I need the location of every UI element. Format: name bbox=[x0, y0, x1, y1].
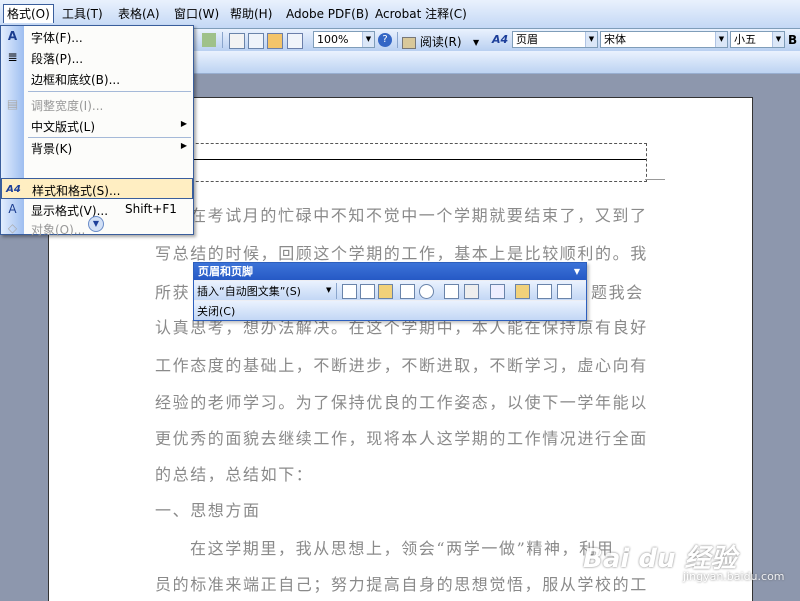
chevron-down-icon: ▼ bbox=[772, 32, 784, 47]
toolbar-separator bbox=[397, 32, 398, 48]
paragraph-line: 题我会 bbox=[591, 283, 644, 302]
help-icon[interactable]: ? bbox=[378, 33, 392, 47]
paragraph-line: 写总结的时候，回顾这个学期的工作，基本上是比较顺利的。我 bbox=[155, 244, 648, 263]
toolbar-titlebar[interactable]: 页眉和页脚 ▼ bbox=[194, 263, 586, 280]
menu-item-fit-text: ▤ 调整宽度(I)... bbox=[1, 94, 193, 115]
toolbar-options-chevron-icon[interactable]: ▼ bbox=[473, 38, 479, 47]
columns-icon[interactable] bbox=[229, 33, 245, 49]
show-hide-document-text-icon[interactable] bbox=[464, 284, 479, 299]
document-map-icon[interactable] bbox=[267, 33, 283, 49]
menu-help[interactable]: 帮助(H) bbox=[227, 5, 275, 23]
chevron-down-icon[interactable]: ▼ bbox=[326, 286, 331, 294]
insert-autotext-button[interactable]: 插入“自动图文集”(S) bbox=[197, 283, 301, 299]
header-margin-mark bbox=[645, 179, 665, 180]
menu-tools[interactable]: 工具(T) bbox=[59, 5, 106, 23]
insert-page-number-icon[interactable] bbox=[342, 284, 357, 299]
chevron-down-icon: ▼ bbox=[715, 32, 727, 47]
object-icon: ◇ bbox=[7, 221, 18, 235]
styles-icon: A4 bbox=[6, 184, 21, 195]
menu-item-label: 背景(K) bbox=[31, 142, 73, 156]
baidu-jingyan-watermark: Bai du 经验 jingyan.baidu.com bbox=[583, 511, 798, 590]
menu-item-label: 字体(F)... bbox=[31, 31, 83, 45]
menu-table[interactable]: 表格(A) bbox=[115, 5, 163, 23]
page-setup-icon[interactable] bbox=[444, 284, 459, 299]
menu-adobe-pdf[interactable]: Adobe PDF(B) bbox=[283, 5, 372, 23]
read-button-label: 阅读(R) bbox=[419, 35, 462, 49]
submenu-arrow-icon: ▶ bbox=[180, 141, 187, 150]
watermark-url: jingyan.baidu.com bbox=[683, 570, 785, 583]
menu-item-styles-formatting[interactable]: A4 样式和格式(S)... bbox=[1, 178, 193, 199]
toolbar-options-chevron-icon[interactable]: ▼ bbox=[574, 263, 580, 280]
menu-separator bbox=[28, 91, 191, 92]
menu-item-label: 调整宽度(I)... bbox=[31, 99, 104, 113]
menu-shortcut: Shift+F1 bbox=[125, 202, 177, 216]
menu-format[interactable]: 格式(O) bbox=[3, 4, 54, 23]
section-heading: 一、思想方面 bbox=[155, 501, 261, 520]
paragraph-line: 工作态度的基础上，不断进步，不断进取，不断学习，虚心向有 bbox=[155, 356, 648, 375]
menu-acrobat-comments[interactable]: Acrobat 注释(C) bbox=[372, 5, 470, 23]
paragraph-line: 的总结，总结如下： bbox=[155, 465, 314, 484]
style-select[interactable]: 页眉 ▼ bbox=[512, 31, 598, 48]
header-footer-toolbar: 页眉和页脚 ▼ 插入“自动图文集”(S) ▼ 关闭(C) bbox=[193, 262, 587, 321]
font-size-select[interactable]: 小五 ▼ bbox=[730, 31, 785, 48]
switch-header-footer-icon[interactable] bbox=[515, 284, 530, 299]
read-button[interactable]: 阅读(R) bbox=[402, 33, 462, 49]
menu-window[interactable]: 窗口(W) bbox=[171, 5, 222, 23]
link-to-previous-icon[interactable] bbox=[490, 284, 505, 299]
insert-time-icon[interactable] bbox=[419, 284, 434, 299]
format-page-number-icon[interactable] bbox=[378, 284, 393, 299]
paragraph-line: 员的标准来端正自己；努力提高自身的思想觉悟，服从学校的工 bbox=[155, 575, 648, 594]
style-value: 页眉 bbox=[516, 33, 538, 46]
insert-excel-icon[interactable] bbox=[202, 33, 216, 47]
book-icon bbox=[402, 36, 416, 49]
menu-item-font[interactable]: A 字体(F)... bbox=[1, 26, 193, 47]
menu-item-label: 中文版式(L) bbox=[31, 120, 96, 134]
menu-item-paragraph[interactable]: ≣ 段落(P)... bbox=[1, 47, 193, 68]
paragraph-line: 认真思考，想办法解决。在这个学期中，本人能在保持原有良好 bbox=[155, 318, 648, 337]
menu-item-label: 对象(O)... bbox=[31, 223, 86, 237]
fit-text-icon: ▤ bbox=[6, 97, 19, 111]
toolbar-separator bbox=[336, 283, 337, 299]
font-icon: A bbox=[7, 29, 18, 43]
close-header-footer-button[interactable]: 关闭(C) bbox=[197, 303, 235, 319]
submenu-arrow-icon: ▶ bbox=[180, 119, 187, 128]
toolbar-row-close: 关闭(C) bbox=[194, 301, 586, 320]
menu-item-background[interactable]: 背景(K) ▶ bbox=[1, 137, 193, 158]
toolbar-row-insert: 插入“自动图文集”(S) ▼ bbox=[194, 281, 586, 300]
chevron-down-icon: ▼ bbox=[362, 32, 374, 47]
menu-item-asian-layout[interactable]: 中文版式(L) ▶ bbox=[1, 115, 193, 136]
menu-item-label: 样式和格式(S)... bbox=[32, 184, 121, 198]
show-previous-icon[interactable] bbox=[537, 284, 552, 299]
zoom-select[interactable]: 100% ▼ bbox=[313, 31, 375, 48]
paragraph-line: 经验的老师学习。为了保持优良的工作姿态，以使下一学年能以 bbox=[155, 393, 648, 412]
zoom-value: 100% bbox=[317, 33, 349, 46]
toolbar-title: 页眉和页脚 bbox=[198, 265, 253, 278]
chevron-down-icon: ▼ bbox=[585, 32, 597, 47]
insert-page-count-icon[interactable] bbox=[360, 284, 375, 299]
menu-item-label: 边框和底纹(B)... bbox=[31, 73, 121, 87]
styles-pane-icon[interactable]: A4 bbox=[492, 33, 508, 47]
double-chevron-down-icon[interactable]: ▼ bbox=[88, 216, 104, 232]
menu-item-label: 段落(P)... bbox=[31, 52, 84, 66]
paragraph-icon: ≣ bbox=[7, 50, 18, 64]
font-size-value: 小五 bbox=[734, 33, 756, 46]
drawing-icon[interactable] bbox=[248, 33, 264, 49]
paragraph-line: 在考试月的忙碌中不知不觉中一个学期就要结束了，又到了 bbox=[190, 206, 648, 225]
format-menu: A 字体(F)... ≣ 段落(P)... 边框和底纹(B)... ▤ 调整宽度… bbox=[0, 25, 194, 237]
font-select[interactable]: 宋体 ▼ bbox=[600, 31, 728, 48]
reveal-formatting-icon: A bbox=[8, 202, 17, 216]
font-value: 宋体 bbox=[604, 33, 626, 46]
bold-icon[interactable]: B bbox=[788, 33, 800, 47]
paragraph-line: 更优秀的面貌去继续工作，现将本人这学期的工作情况进行全面 bbox=[155, 429, 648, 448]
menu-item-borders-shading[interactable]: 边框和底纹(B)... bbox=[1, 68, 193, 89]
header-area[interactable] bbox=[131, 143, 647, 182]
header-underline bbox=[131, 159, 646, 160]
insert-date-icon[interactable] bbox=[400, 284, 415, 299]
toolbar-separator bbox=[222, 32, 223, 48]
show-hide-icon[interactable] bbox=[287, 33, 303, 49]
show-next-icon[interactable] bbox=[557, 284, 572, 299]
